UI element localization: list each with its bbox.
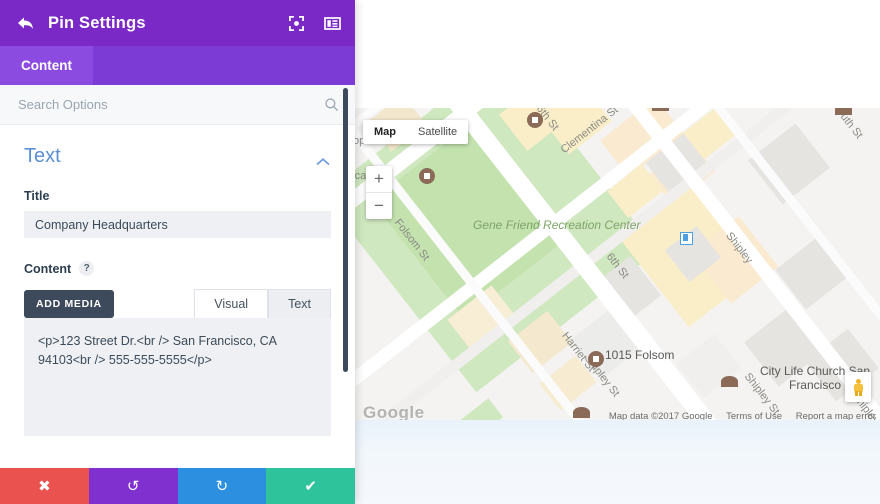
map-bottom-whitespace bbox=[355, 420, 880, 504]
map-poi-church-dot bbox=[721, 376, 738, 387]
back-arrow-icon[interactable] bbox=[14, 12, 36, 34]
attribution-terms[interactable]: Terms of Use bbox=[726, 411, 782, 420]
text-section-header[interactable]: Text bbox=[24, 125, 331, 168]
panel-footer-actions[interactable]: ✖ ↺ ↻ ✔ bbox=[0, 468, 355, 504]
panel-scrollbar[interactable] bbox=[343, 88, 348, 372]
layout-panel-icon[interactable] bbox=[324, 15, 341, 32]
page-title: Pin Settings bbox=[48, 14, 269, 33]
zoom-out-button[interactable]: − bbox=[366, 193, 392, 219]
content-field-header: Content ? bbox=[24, 261, 331, 276]
cancel-button[interactable]: ✖ bbox=[0, 468, 89, 504]
map-poi-dot bbox=[835, 108, 852, 115]
map-poi-dot bbox=[588, 351, 604, 367]
redo-button[interactable]: ↻ bbox=[178, 468, 267, 504]
attribution-data: Map data ©2017 Google bbox=[609, 411, 713, 420]
save-button[interactable]: ✔ bbox=[266, 468, 355, 504]
map-poi-dot bbox=[573, 407, 590, 418]
map-transit-icon bbox=[680, 232, 693, 245]
pin-settings-panel: Pin Settings Content bbox=[0, 0, 355, 504]
map-type-satellite[interactable]: Satellite bbox=[407, 120, 468, 144]
help-icon[interactable]: ? bbox=[79, 261, 94, 276]
zoom-in-button[interactable]: + bbox=[366, 166, 392, 193]
panel-tabs[interactable]: Content bbox=[0, 46, 355, 85]
map-attribution: Map data ©2017 Google Terms of Use Repor… bbox=[598, 411, 876, 420]
tab-text[interactable]: Text bbox=[268, 289, 331, 318]
map-area[interactable]: Folsom St 6th St 6th St Clementina St Ha… bbox=[355, 0, 880, 504]
app-screen: Folsom St 6th St 6th St Clementina St Ha… bbox=[0, 0, 880, 504]
content-editor: ADD MEDIA Visual Text <p>123 Street Dr.<… bbox=[24, 289, 331, 436]
editor-tabs[interactable]: Visual Text bbox=[194, 289, 331, 318]
street-view-pegman-icon[interactable] bbox=[845, 372, 871, 402]
map-poi-dot bbox=[419, 168, 435, 184]
map-poi-dot bbox=[652, 108, 669, 111]
fullscreen-icon[interactable] bbox=[288, 15, 305, 32]
search-input[interactable] bbox=[16, 96, 324, 113]
map-top-whitespace bbox=[355, 0, 880, 108]
title-field-label: Title bbox=[24, 189, 331, 203]
editor-toolbar: ADD MEDIA Visual Text bbox=[24, 289, 331, 318]
map-canvas[interactable]: Folsom St 6th St 6th St Clementina St Ha… bbox=[355, 108, 880, 420]
search-icon[interactable] bbox=[324, 97, 339, 112]
title-input[interactable] bbox=[24, 211, 331, 238]
tab-content[interactable]: Content bbox=[0, 46, 93, 85]
map-poi-dot bbox=[527, 112, 543, 128]
map-poi-recreation-center: Gene Friend Recreation Center bbox=[473, 218, 593, 232]
attribution-report[interactable]: Report a map error bbox=[796, 411, 876, 420]
content-textarea[interactable]: <p>123 Street Dr.<br /> San Francisco, C… bbox=[24, 318, 331, 436]
add-media-button[interactable]: ADD MEDIA bbox=[24, 290, 114, 318]
content-field-label: Content bbox=[24, 262, 71, 276]
pegman-figure bbox=[853, 379, 864, 396]
panel-header: Pin Settings bbox=[0, 0, 355, 46]
map-type-map[interactable]: Map bbox=[363, 120, 407, 144]
map-zoom-controls[interactable]: + − bbox=[366, 166, 392, 219]
undo-button[interactable]: ↺ bbox=[89, 468, 178, 504]
chevron-up-icon[interactable] bbox=[315, 145, 331, 167]
map-type-toggle[interactable]: Map Satellite bbox=[363, 120, 468, 144]
panel-body: Text Title Content ? ADD MEDIA Visual bbox=[0, 125, 355, 468]
search-options-bar[interactable] bbox=[0, 85, 355, 125]
google-watermark: Google bbox=[363, 403, 425, 420]
map-poi-1015-folsom: 1015 Folsom bbox=[605, 348, 674, 362]
tab-visual[interactable]: Visual bbox=[194, 289, 268, 318]
section-title: Text bbox=[24, 145, 61, 168]
